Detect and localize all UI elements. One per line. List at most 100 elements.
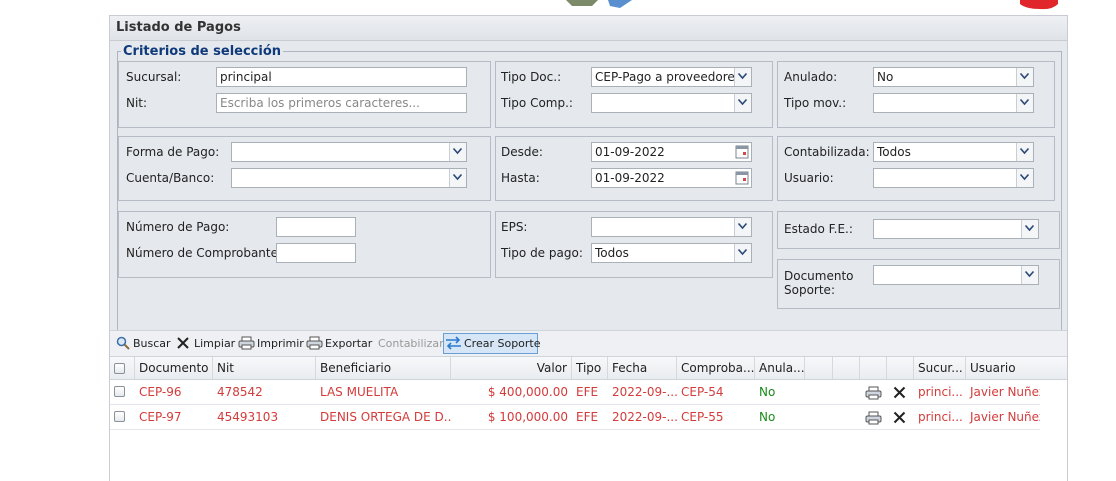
forma-pago-select[interactable] (231, 142, 467, 162)
col-header-fecha[interactable]: Fecha (608, 357, 677, 379)
chevron-down-icon (1016, 143, 1033, 161)
buscar-button[interactable]: Buscar (116, 333, 176, 354)
col-header-blank-4 (887, 357, 914, 379)
col-header-usuario[interactable]: Usuario (966, 357, 1067, 379)
group-anulado: Anulado: No Tipo mov.: (777, 61, 1055, 128)
group-contabilizada: Contabilizada: Todos Usuario: (777, 136, 1055, 201)
col-header-blank-1 (805, 357, 833, 379)
chevron-down-icon (1016, 169, 1033, 187)
sucursal-input[interactable]: principal (216, 67, 467, 87)
tipo-doc-value: CEP-Pago a proveedores (595, 70, 742, 84)
card-icon (608, 0, 632, 8)
crear-soporte-button[interactable]: Crear Soporte (443, 333, 541, 354)
numero-pago-input[interactable] (276, 217, 356, 237)
delete-row-icon[interactable] (893, 386, 906, 399)
tipo-doc-select[interactable]: CEP-Pago a proveedores (591, 67, 752, 87)
tipo-doc-label: Tipo Doc.: (501, 70, 562, 84)
cell-valor: $ 400,000.00 (487, 385, 568, 399)
anulado-select[interactable]: No (873, 67, 1034, 87)
usuario-select[interactable] (873, 168, 1034, 188)
chevron-down-icon (734, 218, 751, 236)
contabilizar-label: Contabilizar (378, 337, 444, 350)
numero-comprobante-input[interactable] (276, 243, 356, 263)
cell-nit: 478542 (217, 385, 263, 399)
col-header-blank-2 (833, 357, 860, 379)
cell-tipo: EFE (576, 410, 599, 424)
cell-usuario: Javier Nuñez (970, 385, 1040, 399)
select-all-checkbox[interactable] (114, 363, 125, 374)
documento-soporte-select[interactable] (873, 265, 1039, 285)
cell-beneficiario: DENIS ORTEGA DE D... (320, 410, 451, 424)
col-header-documento[interactable]: Documento (135, 357, 213, 379)
hasta-date-input[interactable]: 01-09-2022 (591, 168, 752, 188)
imprimir-label: Imprimir (257, 337, 304, 350)
row-checkbox[interactable] (114, 386, 125, 397)
print-row-icon[interactable] (865, 411, 882, 425)
row-checkbox[interactable] (114, 411, 125, 422)
crear-soporte-label: Crear Soporte (464, 337, 541, 350)
hasta-label: Hasta: (501, 171, 540, 185)
cell-beneficiario: LAS MUELITA (320, 385, 399, 399)
cell-documento: CEP-97 (139, 410, 182, 424)
nit-input[interactable]: Escriba los primeros caracteres... (216, 93, 467, 113)
top-banner (0, 0, 1116, 14)
group-eps: EPS: Tipo de pago: Todos (495, 211, 773, 278)
calendar-icon[interactable] (735, 144, 750, 160)
table-row[interactable]: CEP-96 478542 LAS MUELITA $ 400,000.00 E… (110, 380, 1040, 405)
tipo-pago-select[interactable]: Todos (591, 243, 752, 263)
col-header-valor[interactable]: Valor (451, 357, 572, 379)
group-tipo-doc: Tipo Doc.: CEP-Pago a proveedores Tipo C… (495, 61, 773, 128)
estado-fe-select[interactable] (873, 219, 1039, 239)
table-row[interactable]: CEP-97 45493103 DENIS ORTEGA DE D... $ 1… (110, 405, 1040, 430)
header-decoration-icons (566, 0, 1058, 10)
tipo-mov-select[interactable] (873, 93, 1034, 113)
estado-fe-label: Estado F.E.: (784, 222, 853, 236)
col-header-anulado[interactable]: Anula... (755, 357, 805, 379)
chevron-down-icon (1021, 266, 1038, 284)
col-header-sucursal[interactable]: Sucur... (914, 357, 966, 379)
col-header-beneficiario[interactable]: Beneficiario (316, 357, 451, 379)
tipo-mov-label: Tipo mov.: (784, 96, 847, 110)
desde-date-input[interactable]: 01-09-2022 (591, 142, 752, 162)
chevron-down-icon (734, 94, 751, 112)
nit-label: Nit: (126, 96, 148, 110)
group-documento-soporte: Documento Soporte: (777, 259, 1060, 309)
contabilizada-value: Todos (877, 145, 911, 159)
payments-panel: Listado de Pagos Criterios de selección … (109, 15, 1068, 481)
hasta-value: 01-09-2022 (595, 171, 665, 185)
chevron-down-icon (1021, 220, 1038, 238)
cell-comprobante: CEP-55 (681, 410, 724, 424)
anulado-label: Anulado: (784, 70, 838, 84)
group-forma-pago: Forma de Pago: Cuenta/Banco: (118, 136, 491, 201)
print-row-icon[interactable] (865, 386, 882, 400)
group-fechas: Desde: 01-09-2022 Hasta: 01-09-2022 (495, 136, 773, 201)
col-header-blank-3 (860, 357, 887, 379)
printer-icon (306, 336, 323, 350)
eps-select[interactable] (591, 217, 752, 237)
cell-valor: $ 100,000.00 (487, 410, 568, 424)
tipo-pago-label: Tipo de pago: (501, 246, 583, 260)
col-header-comprobante[interactable]: Comproba... (677, 357, 755, 379)
cell-anulado: No (759, 385, 776, 399)
criteria-legend: Criterios de selección (123, 44, 282, 59)
grid-toolbar: Buscar Limpiar Imprimir Exportar Contabi… (110, 330, 1067, 357)
exportar-button[interactable]: Exportar (306, 333, 372, 354)
contabilizada-select[interactable]: Todos (873, 142, 1034, 162)
documento-soporte-label-2: Soporte: (784, 283, 835, 297)
imprimir-button[interactable]: Imprimir (238, 333, 304, 354)
exit-icon[interactable] (1020, 0, 1058, 10)
anulado-value: No (877, 70, 894, 84)
criteria-area: Criterios de selección Sucursal: princip… (110, 41, 1067, 345)
grid-header: Documento Nit Beneficiario Valor Tipo Fe… (110, 357, 1067, 380)
col-header-tipo[interactable]: Tipo (572, 357, 608, 379)
desde-label: Desde: (501, 145, 543, 159)
col-header-nit[interactable]: Nit (213, 357, 316, 379)
contabilizar-button[interactable]: Contabilizar (378, 333, 444, 354)
exportar-label: Exportar (325, 337, 373, 350)
delete-row-icon[interactable] (893, 411, 906, 424)
limpiar-button[interactable]: Limpiar (176, 333, 235, 354)
tipo-comp-select[interactable] (591, 93, 752, 113)
cell-comprobante: CEP-54 (681, 385, 724, 399)
cuenta-banco-select[interactable] (231, 168, 467, 188)
calendar-icon[interactable] (735, 170, 750, 186)
